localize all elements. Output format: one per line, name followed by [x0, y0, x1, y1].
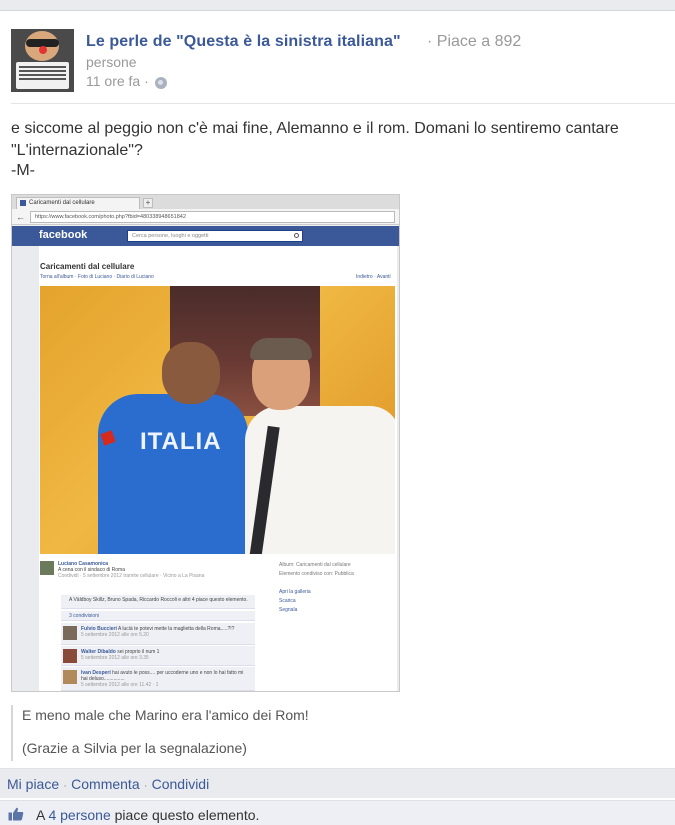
browser-url: https://www.facebook.com/photo.php?fbid=…	[30, 211, 395, 223]
header-divider	[11, 103, 675, 104]
side-link: Scarica	[279, 598, 296, 604]
actions-bar: Mi piace · Commenta · Condividi	[0, 768, 675, 798]
back-arrow-icon: ←	[16, 212, 25, 222]
side-album: Album: Caricamenti dal cellulare	[279, 562, 351, 568]
shares-line: 3 condivisioni	[69, 613, 100, 619]
browser-tabs: Caricamenti dal cellulare +	[12, 195, 399, 209]
likes-prefix: A	[36, 807, 45, 823]
quote-line-2: (Grazie a Silvia per la segnalazione)	[22, 740, 247, 756]
author-meta: Condividi · 5 settembre 2012 tramite cel…	[58, 573, 205, 579]
post-actions: Mi piace · Commenta · Condividi	[7, 776, 209, 792]
page-likes-count-cont: persone	[86, 54, 137, 70]
facebook-search-placeholder: Cerca persone, luoghi e oggetti	[132, 233, 209, 239]
likes-summary: A 4 persone piace questo elemento.	[36, 807, 259, 823]
likers-link[interactable]: 4 persone	[48, 807, 110, 823]
facebook-search: Cerca persone, luoghi e oggetti	[127, 230, 303, 242]
man-in-jersey	[98, 394, 248, 554]
quote-line-1: E meno male che Marino era l'amico dei R…	[22, 707, 309, 723]
photo: ITALIA	[40, 286, 395, 554]
thumbs-up-icon	[8, 807, 24, 821]
comment-body: Ivan Desperi hai avuto le poss.... per u…	[81, 670, 251, 688]
facebook-logo: facebook	[39, 229, 88, 241]
share-link[interactable]: Condividi	[152, 776, 210, 792]
comment-avatar	[63, 649, 77, 663]
author-row: Luciano Casamonica A cena con il sindaco…	[58, 561, 278, 579]
avatar-caption-card	[16, 62, 69, 89]
comment-avatar	[63, 626, 77, 640]
post-image[interactable]: Caricamenti dal cellulare + ← https://ww…	[11, 194, 400, 692]
comment-row: Fulvio Buccieri A lucià te potevi mette …	[61, 623, 255, 645]
facebook-bar: facebook Cerca persone, luoghi e oggetti	[12, 226, 399, 246]
likes-line: A Väldboy Skillz, Bruno Spada, Riccardo …	[69, 597, 248, 603]
new-tab-icon: +	[143, 198, 153, 208]
comment-meta: 5 settembre 2012 alle ore 11.42 · 1	[81, 682, 159, 688]
likes-suffix: piace questo elemento.	[114, 807, 260, 823]
side-link: Apri la galleria	[279, 589, 311, 595]
side-shared: Elemento condiviso con: Pubblica	[279, 571, 354, 577]
man-head	[162, 342, 220, 404]
search-icon	[294, 233, 299, 238]
page-name-link[interactable]: Le perle de "Questa è la sinistra italia…	[86, 33, 401, 51]
comment-meta: 5 settembre 2012 alle ore 5.20	[81, 632, 149, 638]
separator: ·	[63, 778, 68, 792]
author-thumb	[40, 561, 54, 575]
quote-bar	[11, 705, 13, 761]
post-signature: -M-	[11, 162, 35, 179]
page-likes-count: · Piace a 892	[427, 33, 522, 50]
separator: ·	[143, 778, 148, 792]
clown-nose	[39, 46, 47, 54]
side-link: Segnala	[279, 607, 298, 613]
browser-address-bar: ← https://www.facebook.com/photo.php?fbi…	[12, 209, 399, 225]
comment-avatar	[63, 670, 77, 684]
likes-summary-bar: A 4 persone piace questo elemento.	[0, 800, 675, 825]
comment-row: Walter Dibaldo sei proprio il num 1 5 se…	[61, 646, 255, 666]
comment-body: Fulvio Buccieri A lucià te potevi mette …	[81, 626, 251, 638]
comment-body: Walter Dibaldo sei proprio il num 1 5 se…	[81, 649, 251, 661]
like-link[interactable]: Mi piace	[7, 776, 59, 792]
jersey-text: ITALIA	[140, 428, 222, 455]
post-timestamp[interactable]: 11 ore fa ·	[86, 73, 149, 89]
browser-tab: Caricamenti dal cellulare	[16, 197, 140, 209]
shares-line-box: 3 condivisioni	[61, 611, 255, 621]
album-title: Caricamenti dal cellulare	[40, 262, 135, 271]
man-hair	[250, 338, 312, 360]
comment-row: Ivan Desperi hai avuto le poss.... per u…	[61, 667, 255, 691]
post-text: e siccome al peggio non c'è mai fine, Al…	[11, 120, 619, 159]
comment-link[interactable]: Commenta	[71, 776, 139, 792]
likes-line-box: A Väldboy Skillz, Bruno Spada, Riccardo …	[61, 595, 255, 609]
album-nav: Torna all'album · Foto di Luciano · Diar…	[40, 274, 154, 280]
page-avatar[interactable]	[11, 29, 74, 92]
top-strip	[0, 0, 675, 11]
comment-meta: 5 settembre 2012 alle ore 3.35	[81, 655, 149, 661]
globe-icon[interactable]	[155, 77, 167, 89]
album-nav-right: Indietro · Avanti	[356, 274, 391, 280]
